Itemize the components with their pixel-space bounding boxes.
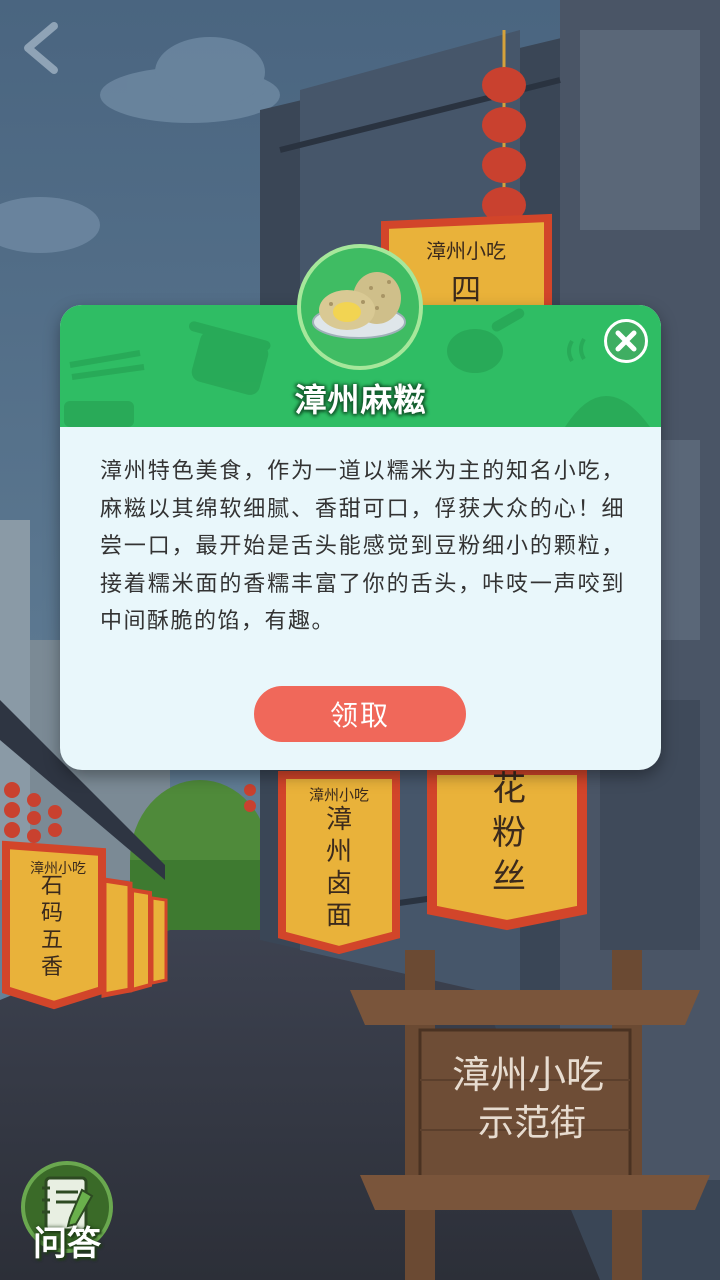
banner-right: 花粉丝 (427, 765, 587, 931)
banner-char: 丝 (492, 857, 526, 897)
svg-text:漳州小吃: 漳州小吃 (426, 239, 506, 263)
banner-center: 漳州小吃 漳州卤面 (278, 771, 400, 955)
svg-text:漳州小吃: 漳州小吃 (309, 786, 369, 804)
claim-button[interactable]: 领取 (254, 686, 466, 742)
mochi-plate-icon (312, 272, 406, 339)
banner-char: 州 (326, 837, 352, 867)
banner-char: 卤 (326, 869, 352, 899)
back-button[interactable] (14, 18, 64, 78)
food-description: 漳州特色美食，作为一道以糯米为主的知名小吃，麻糍以其绵软细腻、香甜可口，俘获大众… (100, 459, 625, 634)
food-badge (297, 244, 423, 370)
quiz-label: 问答 (33, 1224, 101, 1264)
svg-text:漳州小吃: 漳州小吃 (452, 1053, 604, 1097)
svg-text:示范街: 示范街 (478, 1103, 586, 1144)
close-button[interactable] (604, 319, 648, 363)
banner-char: 花 (492, 769, 526, 809)
dialog-title: 漳州麻糍 (294, 381, 427, 419)
chevron-left-icon (24, 22, 58, 74)
banner-char: 粉 (492, 813, 526, 853)
svg-text:四: 四 (451, 273, 481, 308)
banner-char: 香 (41, 955, 63, 980)
banner-char: 漳 (326, 805, 352, 835)
quiz-button[interactable]: 问答 (20, 1160, 114, 1264)
banner-char: 码 (41, 901, 63, 926)
banner-char: 面 (326, 901, 352, 931)
banner-char: 五 (41, 928, 63, 953)
banner-char: 石 (41, 874, 63, 899)
food-info-dialog: 漳州麻糍 漳州特色美食，作为一道以糯米为主的知名小吃，麻糍以其绵软细腻、香甜可口… (60, 305, 661, 770)
close-icon (615, 330, 637, 352)
